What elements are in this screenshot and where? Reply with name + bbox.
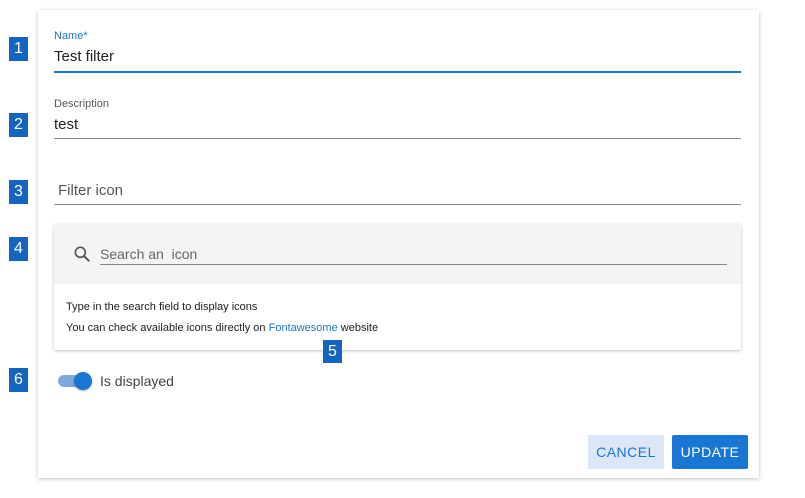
name-field[interactable]: Name* Test filter	[54, 30, 741, 74]
description-label: Description	[54, 98, 110, 110]
toggle-thumb	[74, 372, 92, 390]
is-displayed-toggle[interactable]	[58, 372, 92, 390]
filter-icon-input[interactable]: Filter icon	[58, 182, 123, 199]
badge-6: 6	[9, 368, 28, 392]
icon-search-input[interactable]: Search an icon	[100, 246, 197, 262]
description-field[interactable]: Description test	[54, 98, 741, 140]
name-input[interactable]: Test filter	[54, 48, 114, 65]
badge-1: 1	[9, 37, 28, 61]
badge-2: 2	[9, 113, 28, 137]
hint-prefix: You can check available icons directly o…	[66, 322, 266, 334]
icon-search-hint-1: Type in the search field to display icon…	[66, 301, 258, 313]
badge-5: 5	[323, 340, 342, 363]
description-input[interactable]: test	[54, 116, 78, 133]
icon-search-hint-2: You can check available icons directly o…	[66, 322, 378, 334]
search-icon	[74, 246, 90, 262]
badge-3: 3	[9, 180, 28, 204]
filter-icon-underline	[54, 204, 741, 205]
hint-suffix: website	[340, 322, 379, 334]
name-underline	[54, 71, 741, 73]
icon-search-underline	[100, 264, 727, 265]
icon-search-bar: Search an icon	[54, 224, 741, 284]
filter-icon-field[interactable]: Filter icon	[54, 180, 741, 206]
name-label: Name*	[54, 30, 88, 42]
icon-picker-panel: Search an icon Type in the search field …	[54, 224, 741, 350]
edit-filter-dialog: Name* Test filter Description test Filte…	[38, 10, 759, 478]
badge-4: 4	[9, 237, 28, 261]
is-displayed-label: Is displayed	[100, 373, 174, 389]
cancel-button[interactable]: CANCEL	[588, 435, 664, 469]
fontawesome-link[interactable]: Fontawesome	[269, 322, 338, 334]
description-underline	[54, 138, 741, 139]
update-button[interactable]: UPDATE	[672, 435, 748, 469]
